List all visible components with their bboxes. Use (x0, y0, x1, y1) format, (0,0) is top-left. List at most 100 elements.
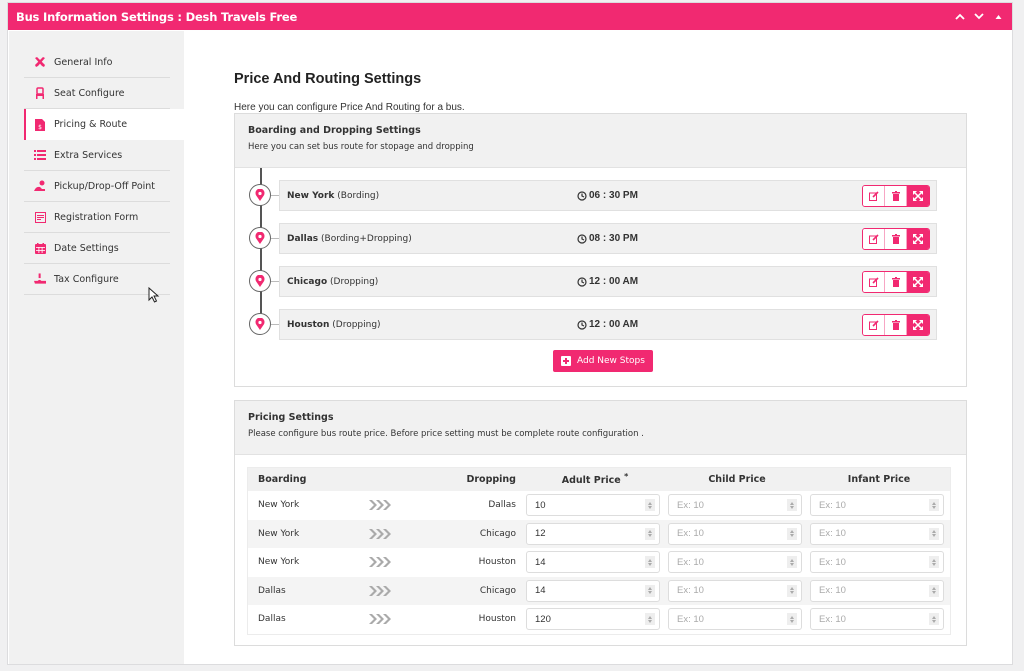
clock-icon (577, 233, 587, 244)
add-new-stops-label: Add New Stops (577, 356, 645, 366)
spinner-icon[interactable] (929, 556, 939, 569)
delete-stop-button[interactable] (885, 229, 907, 249)
stop-row: Dallas (Bording+Dropping) 08 : 30 PM (279, 223, 937, 254)
stop-time: 08 : 30 PM (589, 233, 638, 244)
add-new-stops-button[interactable]: Add New Stops (553, 350, 653, 372)
spinner-icon[interactable] (929, 499, 939, 512)
edit-icon (868, 277, 879, 287)
edit-stop-button[interactable] (863, 186, 885, 206)
spinner-icon[interactable] (645, 584, 655, 597)
spinner-icon[interactable] (787, 556, 797, 569)
sidebar-item-pickup-drop-off[interactable]: Pickup/Drop-Off Point (24, 171, 170, 202)
dropping-cell: Chicago (479, 585, 516, 596)
spinner-icon[interactable] (787, 613, 797, 626)
stop-connector (271, 281, 279, 282)
price-row: New York Houston 14 Ex: 10 Ex: 10 (248, 548, 950, 577)
stop-actions (862, 314, 930, 336)
col-infant-price: Infant Price (847, 474, 911, 485)
stop-row: Chicago (Dropping) 12 : 00 AM (279, 266, 937, 297)
price-row: New York Dallas 10 Ex: 10 Ex: 10 (248, 491, 950, 520)
dropping-cell: Chicago (479, 528, 516, 539)
child-price-input[interactable]: Ex: 10 (668, 608, 802, 631)
adult-price-input[interactable]: 14 (526, 579, 660, 602)
sidebar-item-label: Pricing & Route (54, 119, 128, 130)
sidebar-item-seat-configure[interactable]: Seat Configure (24, 78, 170, 109)
chevrons-right-icon (369, 614, 391, 625)
trash-icon (891, 234, 900, 244)
pricing-heading: Pricing Settings (248, 412, 334, 423)
page-title: Price And Routing Settings (234, 71, 422, 87)
move-up-button[interactable] (954, 11, 966, 23)
sidebar-item-pricing-route[interactable]: $ Pricing & Route (24, 109, 184, 140)
boarding-dropping-description: Here you can set bus route for stopage a… (248, 142, 474, 152)
boarding-cell: Dallas (258, 614, 286, 625)
adult-price-input[interactable]: 14 (526, 551, 660, 574)
chevron-up-icon (955, 13, 965, 20)
trash-icon (891, 277, 900, 287)
metabox-title: Bus Information Settings : Desh Travels … (16, 9, 298, 24)
sidebar-item-label: General Info (54, 56, 113, 68)
spinner-icon[interactable] (645, 613, 655, 626)
child-price-input[interactable]: Ex: 10 (668, 494, 802, 517)
spinner-icon[interactable] (929, 527, 939, 540)
drag-stop-handle[interactable] (907, 272, 929, 292)
spinner-icon[interactable] (645, 556, 655, 569)
stop-type: (Dropping) (330, 276, 379, 287)
delete-stop-button[interactable] (885, 315, 907, 335)
pickup-icon (34, 180, 46, 192)
boarding-cell: New York (258, 500, 300, 511)
map-pin-icon (249, 227, 271, 249)
drag-stop-handle[interactable] (907, 229, 929, 249)
spinner-icon[interactable] (645, 527, 655, 540)
drag-stop-handle[interactable] (907, 186, 929, 206)
form-icon (34, 211, 46, 223)
spinner-icon[interactable] (787, 527, 797, 540)
spinner-icon[interactable] (787, 499, 797, 512)
move-arrows-icon (913, 191, 923, 201)
child-price-input[interactable]: Ex: 10 (668, 522, 802, 545)
adult-price-input[interactable]: 10 (526, 494, 660, 517)
price-row: New York Chicago 12 Ex: 10 Ex: 10 (248, 519, 950, 548)
spinner-icon[interactable] (929, 613, 939, 626)
edit-stop-button[interactable] (863, 229, 885, 249)
child-price-input[interactable]: Ex: 10 (668, 551, 802, 574)
infant-price-input[interactable]: Ex: 10 (810, 551, 944, 574)
mouse-cursor-icon (148, 287, 160, 303)
sidebar-item-date-settings[interactable]: Date Settings (24, 233, 170, 264)
pricing-panel: Pricing Settings Please configure bus ro… (234, 400, 967, 646)
sidebar-item-extra-services[interactable]: Extra Services (24, 140, 170, 171)
infant-price-input[interactable]: Ex: 10 (810, 608, 944, 631)
stop-time: 12 : 00 AM (589, 319, 639, 330)
edit-stop-button[interactable] (863, 272, 885, 292)
sidebar-item-general-info[interactable]: General Info (24, 47, 170, 78)
child-price-input[interactable]: Ex: 10 (668, 579, 802, 602)
route-stop: New York (Bording) 06 : 30 PM (249, 180, 937, 211)
spinner-icon[interactable] (645, 499, 655, 512)
infant-price-input[interactable]: Ex: 10 (810, 494, 944, 517)
chevron-down-icon (974, 13, 984, 20)
delete-stop-button[interactable] (885, 272, 907, 292)
edit-stop-button[interactable] (863, 315, 885, 335)
stop-time: 06 : 30 PM (589, 190, 638, 201)
tax-hand-icon (34, 273, 46, 285)
dropping-cell: Houston (478, 614, 516, 625)
infant-price-input[interactable]: Ex: 10 (810, 522, 944, 545)
delete-stop-button[interactable] (885, 186, 907, 206)
adult-price-input[interactable]: 120 (526, 608, 660, 631)
sidebar-item-label: Seat Configure (54, 87, 125, 99)
spinner-icon[interactable] (929, 584, 939, 597)
spinner-icon[interactable] (787, 584, 797, 597)
sidebar-item-registration-form[interactable]: Registration Form (24, 202, 170, 233)
drag-stop-handle[interactable] (907, 315, 929, 335)
sidebar-item-label: Registration Form (54, 211, 139, 223)
stop-row: Houston (Dropping) 12 : 00 AM (279, 309, 937, 340)
clock-icon (577, 319, 587, 330)
sidebar-item-label: Extra Services (54, 149, 123, 161)
adult-price-input[interactable]: 12 (526, 522, 660, 545)
stop-actions (862, 271, 930, 293)
move-down-button[interactable] (973, 11, 985, 23)
infant-price-input[interactable]: Ex: 10 (810, 579, 944, 602)
collapse-toggle-button[interactable] (992, 11, 1004, 23)
price-file-icon: $ (34, 118, 46, 131)
col-child-price: Child Price (708, 474, 766, 485)
